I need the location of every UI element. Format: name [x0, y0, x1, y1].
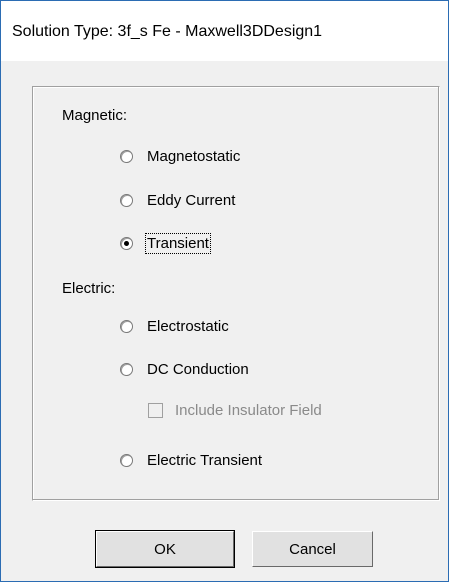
include-insulator-field-label: Include Insulator Field: [175, 401, 322, 419]
window-title: Solution Type: 3f_s Fe - Maxwell3DDesign…: [12, 23, 323, 40]
title-bar[interactable]: Solution Type: 3f_s Fe - Maxwell3DDesign…: [1, 1, 448, 61]
solution-type-dialog: Solution Type: 3f_s Fe - Maxwell3DDesign…: [0, 0, 449, 582]
magnetic-section-label: Magnetic:: [62, 107, 128, 124]
include-insulator-field-checkbox: [148, 402, 163, 418]
radio-magnetostatic[interactable]: Magnetostatic: [120, 145, 241, 167]
cancel-button[interactable]: Cancel: [252, 531, 373, 567]
magnetostatic-label: Magnetostatic: [147, 147, 241, 165]
radio-transient[interactable]: Transient: [120, 232, 211, 254]
magnetostatic-radio-icon[interactable]: [120, 149, 133, 163]
electric-section-label: Electric:: [62, 280, 116, 297]
ok-button[interactable]: OK: [95, 530, 235, 568]
include-insulator-field-checkbox-row: Include Insulator Field: [148, 399, 322, 421]
dc-conduction-label: DC Conduction: [147, 360, 249, 378]
dc-conduction-radio-icon[interactable]: [120, 362, 133, 376]
electrostatic-label: Electrostatic: [147, 317, 229, 335]
radio-dc-conduction[interactable]: DC Conduction: [120, 358, 250, 380]
electric-transient-radio-icon[interactable]: [120, 453, 133, 467]
eddy-current-label: Eddy Current: [147, 191, 236, 209]
radio-eddy-current[interactable]: Eddy Current: [120, 189, 236, 211]
radio-electrostatic[interactable]: Electrostatic: [120, 315, 230, 337]
eddy-current-radio-icon[interactable]: [120, 193, 133, 207]
radio-electric-transient[interactable]: Electric Transient: [120, 449, 263, 471]
transient-label: Transient: [145, 232, 211, 254]
transient-radio-icon[interactable]: [120, 236, 133, 250]
electric-transient-label: Electric Transient: [147, 451, 263, 469]
electrostatic-radio-icon[interactable]: [120, 319, 133, 333]
